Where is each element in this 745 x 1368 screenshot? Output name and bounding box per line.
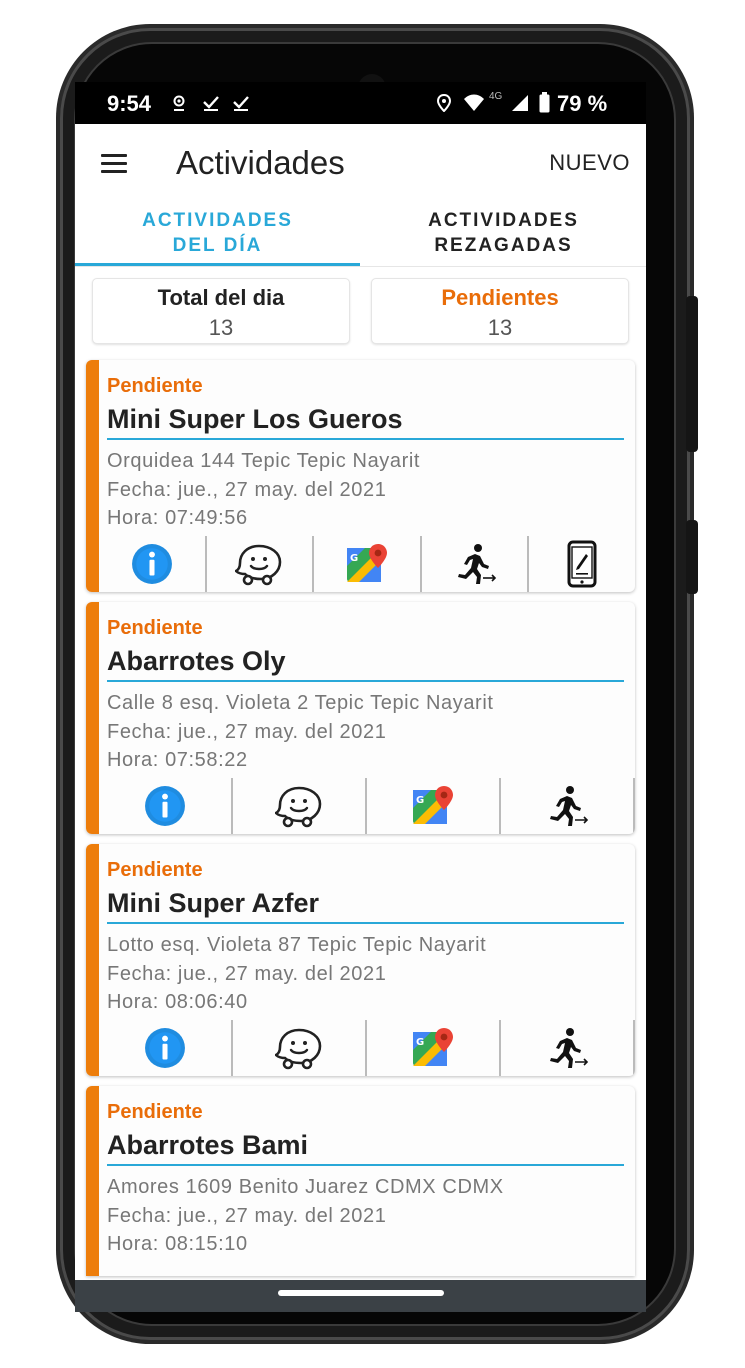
- activity-status: Pendiente: [107, 375, 203, 397]
- activity-name: Abarrotes Bami: [107, 1130, 309, 1160]
- waze-icon: [275, 1026, 323, 1070]
- activity-card[interactable]: Pendiente Mini Super Azfer Lotto esq. Vi…: [86, 844, 635, 1076]
- check-in-icon: [453, 542, 497, 586]
- activity-name: Abarrotes Oly: [107, 646, 286, 676]
- check-in-button[interactable]: [501, 1020, 635, 1076]
- action-bar: [99, 778, 635, 834]
- activity-card[interactable]: Pendiente Abarrotes Bami Amores 1609 Ben…: [86, 1086, 635, 1276]
- page-title: Actividades: [176, 144, 345, 181]
- activity-address: Amores 1609 Benito Juarez CDMX CDMX: [107, 1176, 504, 1198]
- activity-status: Pendiente: [107, 859, 203, 881]
- hamburger-menu-icon[interactable]: [101, 154, 127, 174]
- tab-bar: ACTIVIDADES DEL DÍA ACTIVIDADES REZAGADA…: [75, 204, 646, 267]
- tab-activities-today[interactable]: ACTIVIDADES DEL DÍA: [75, 208, 360, 258]
- pending-card: Pendientes 13: [371, 278, 629, 344]
- info-button[interactable]: [99, 1020, 233, 1076]
- name-underline: [107, 438, 624, 440]
- check-in-icon: [545, 1026, 589, 1070]
- activity-time: Hora: 08:06:40: [107, 991, 248, 1013]
- battery-icon: [539, 92, 550, 113]
- info-icon: [131, 543, 173, 585]
- phone-edit-button[interactable]: [529, 536, 635, 592]
- tab-label: ACTIVIDADES: [428, 210, 579, 231]
- status-bar: 9:54 4G 79 %: [75, 82, 646, 124]
- activity-address: Calle 8 esq. Violeta 2 Tepic Tepic Nayar…: [107, 692, 494, 714]
- google-maps-button[interactable]: [367, 1020, 501, 1076]
- tab-indicator: [75, 263, 360, 266]
- activity-card[interactable]: Pendiente Mini Super Los Gueros Orquidea…: [86, 360, 635, 592]
- location-icon: [173, 95, 185, 111]
- google-maps-icon: [411, 1026, 455, 1070]
- activity-name: Mini Super Los Gueros: [107, 404, 403, 434]
- check-in-button[interactable]: [422, 536, 530, 592]
- activity-time: Hora: 07:58:22: [107, 749, 248, 771]
- activity-status: Pendiente: [107, 1101, 203, 1123]
- pending-label: Pendientes: [441, 285, 559, 310]
- info-button[interactable]: [99, 536, 207, 592]
- wifi-icon: [464, 94, 484, 111]
- status-color-bar: [86, 1086, 99, 1276]
- screen: 9:54 4G 79 % Actividades NUEVO ACTIVIDAD…: [75, 82, 646, 1312]
- battery-level: 79 %: [557, 91, 608, 116]
- google-maps-icon: [411, 784, 455, 828]
- activity-status: Pendiente: [107, 617, 203, 639]
- activity-date: Fecha: jue., 27 may. del 2021: [107, 963, 387, 985]
- activity-time: Hora: 07:49:56: [107, 507, 248, 529]
- app-bar: Actividades NUEVO: [75, 124, 646, 204]
- volume-button: [686, 296, 698, 452]
- home-gesture-handle[interactable]: [278, 1290, 444, 1296]
- pending-value: 13: [487, 315, 513, 340]
- activity-date: Fecha: jue., 27 may. del 2021: [107, 1205, 387, 1227]
- google-maps-button[interactable]: [367, 778, 501, 834]
- waze-button[interactable]: [207, 536, 315, 592]
- total-day-card: Total del dia 13: [92, 278, 350, 344]
- status-color-bar: [86, 360, 99, 592]
- tab-activities-overdue[interactable]: ACTIVIDADES REZAGADAS: [361, 208, 646, 258]
- waze-icon: [275, 784, 323, 828]
- waze-icon: [235, 542, 283, 586]
- total-day-value: 13: [208, 315, 234, 340]
- phone-edit-icon: [567, 540, 597, 588]
- check-in-icon: [545, 784, 589, 828]
- tab-label: ACTIVIDADES: [142, 210, 293, 231]
- status-color-bar: [86, 844, 99, 1076]
- new-activity-button[interactable]: NUEVO: [549, 150, 630, 176]
- activity-time: Hora: 08:15:10: [107, 1233, 248, 1255]
- google-maps-button[interactable]: [314, 536, 422, 592]
- status-time: 9:54: [107, 91, 152, 116]
- action-bar: [99, 536, 635, 592]
- tab-label: REZAGADAS: [434, 235, 573, 256]
- activity-date: Fecha: jue., 27 may. del 2021: [107, 721, 387, 743]
- google-maps-icon: [345, 542, 389, 586]
- check-in-button[interactable]: [501, 778, 635, 834]
- activity-name: Mini Super Azfer: [107, 888, 320, 918]
- check-icon: [203, 96, 219, 111]
- total-day-label: Total del dia: [157, 285, 285, 310]
- power-button: [686, 520, 698, 594]
- status-color-bar: [86, 602, 99, 834]
- location-icon: [437, 94, 451, 112]
- activity-date: Fecha: jue., 27 may. del 2021: [107, 479, 387, 501]
- name-underline: [107, 680, 624, 682]
- info-button[interactable]: [99, 778, 233, 834]
- action-bar: [99, 1020, 635, 1076]
- system-nav-bar: [75, 1280, 646, 1312]
- tab-label: DEL DÍA: [172, 235, 263, 256]
- activity-address: Lotto esq. Violeta 87 Tepic Tepic Nayari…: [107, 934, 487, 956]
- waze-button[interactable]: [233, 778, 367, 834]
- network-type: 4G: [489, 91, 503, 102]
- info-icon: [144, 785, 186, 827]
- name-underline: [107, 922, 624, 924]
- check-icon: [233, 96, 249, 111]
- name-underline: [107, 1164, 624, 1166]
- info-icon: [144, 1027, 186, 1069]
- waze-button[interactable]: [233, 1020, 367, 1076]
- activity-address: Orquidea 144 Tepic Tepic Nayarit: [107, 450, 421, 472]
- activity-card[interactable]: Pendiente Abarrotes Oly Calle 8 esq. Vio…: [86, 602, 635, 834]
- signal-icon: [512, 95, 528, 111]
